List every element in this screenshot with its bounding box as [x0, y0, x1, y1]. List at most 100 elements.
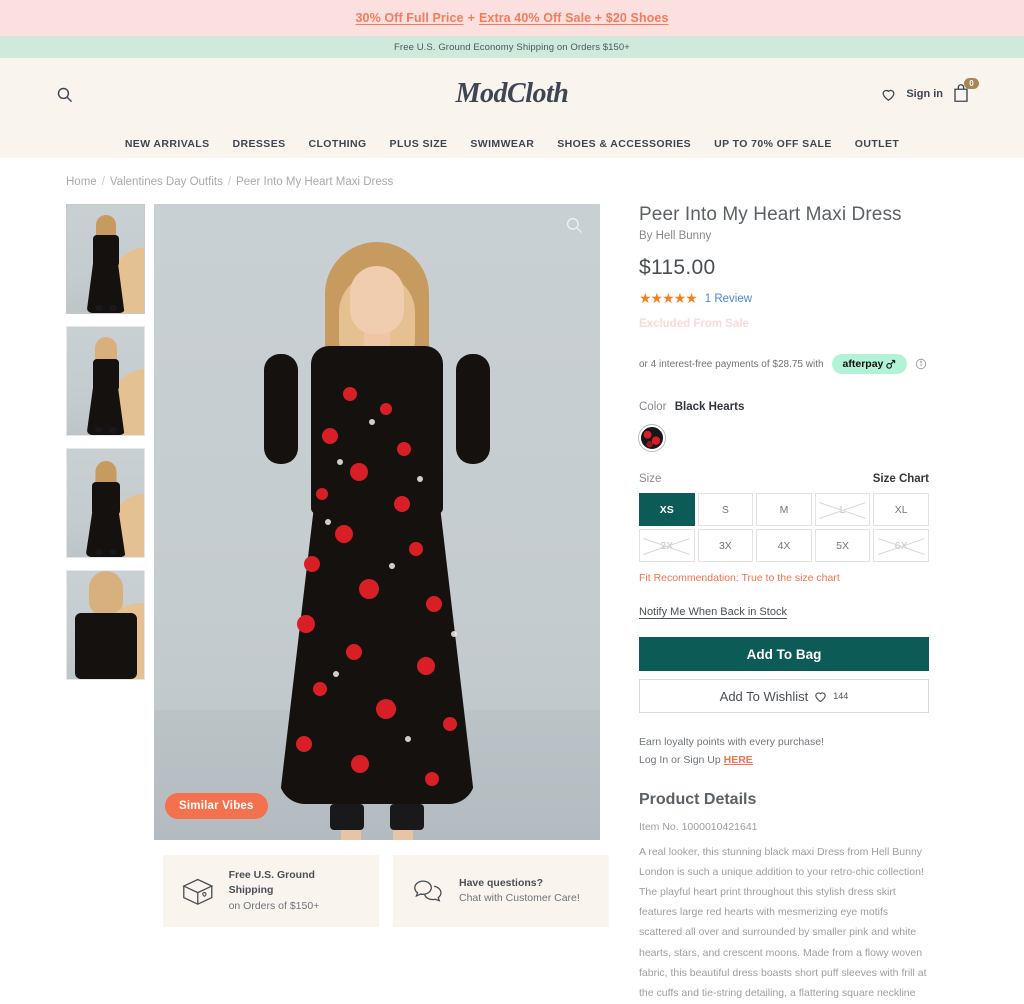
product-title: Peer Into My Heart Maxi Dress [639, 204, 902, 225]
heart-icon[interactable] [880, 86, 897, 103]
shipping-banner: Free U.S. Ground Economy Shipping on Ord… [0, 36, 1024, 58]
site-header: ModCloth Sign in 0 NEW ARRIVALS DRESSES … [0, 58, 1024, 158]
loyalty-line-1: Earn loyalty points with every purchase! [639, 736, 825, 748]
size-option-3x[interactable]: 3X [697, 529, 754, 562]
dress-bodice [311, 346, 443, 514]
loyalty-here-link[interactable]: HERE [724, 754, 753, 766]
product-hero-image[interactable]: Similar Vibes [154, 204, 600, 840]
breadcrumb-separator: / [101, 176, 105, 188]
product-description: A real looker, this stunning black maxi … [639, 845, 927, 999]
size-option-6x[interactable]: 6X [873, 529, 929, 562]
size-option-s[interactable]: S [697, 493, 754, 526]
size-selector: XS S M L XL 2X 3X 4X 5X 6X [639, 493, 929, 562]
bag-count-badge: 0 [964, 78, 979, 89]
breadcrumb-category[interactable]: Valentines Day Outfits [110, 176, 223, 188]
nav-item-clothing[interactable]: CLOTHING [309, 138, 367, 150]
notify-back-in-stock-link[interactable]: Notify Me When Back in Stock [639, 606, 787, 618]
add-to-wishlist-label: Add To Wishlist [719, 688, 809, 704]
similar-vibes-button[interactable]: Similar Vibes [165, 793, 268, 819]
nav-item-dresses[interactable]: DRESSES [233, 138, 286, 150]
info-box-support-sub: Chat with Customer Care! [459, 892, 580, 904]
package-box-icon [182, 878, 214, 905]
fit-recommendation: Fit Recommendation: True to the size cha… [639, 572, 840, 584]
thumbnail-back-bow-detail[interactable] [66, 570, 145, 680]
shopping-bag-button[interactable]: 0 [952, 78, 979, 105]
review-count-link[interactable]: 1 Review [705, 293, 752, 305]
info-box-shipping-sub: on Orders of $150+ [228, 899, 320, 912]
excluded-from-sale-note: Excluded From Sale [639, 318, 749, 330]
star-rating: ★★★★★ [639, 290, 698, 306]
search-icon [57, 87, 72, 102]
thumbnail-front-full[interactable] [66, 204, 145, 314]
product-details-heading: Product Details [639, 790, 757, 808]
nav-item-new-arrivals[interactable]: NEW ARRIVALS [125, 138, 210, 150]
nav-item-swimwear[interactable]: SWIMWEAR [470, 138, 534, 150]
service-info-boxes: Free U.S. Ground Shipping on Orders of $… [163, 855, 609, 927]
size-header: Size Size Chart [639, 473, 929, 485]
main-navigation: NEW ARRIVALS DRESSES CLOTHING PLUS SIZE … [0, 130, 1024, 158]
color-value: Black Hearts [674, 401, 745, 413]
size-option-l[interactable]: L [814, 493, 871, 526]
add-to-wishlist-button[interactable]: Add To Wishlist 144 [639, 679, 929, 713]
site-logo[interactable]: ModCloth [456, 78, 569, 110]
product-main: Similar Vibes Free U.S. Ground Shipping … [0, 188, 1024, 1004]
promo-plus: + [467, 11, 475, 25]
product-detail-panel: Peer Into My Heart Maxi Dress By Hell Bu… [638, 204, 929, 1004]
header-actions: Sign in 0 [880, 78, 979, 105]
loyalty-login-text: Log In or Sign Up [639, 754, 721, 767]
afterpay-badge[interactable]: afterpay [831, 354, 908, 374]
afterpay-logo-icon [886, 359, 896, 369]
magnifier-icon[interactable] [565, 216, 583, 234]
color-swatch-black-hearts[interactable] [638, 424, 666, 452]
nav-item-outlet[interactable]: OUTLET [855, 138, 899, 150]
product-brand: By Hell Bunny [639, 230, 712, 242]
model-face [350, 266, 404, 334]
product-image-area: Similar Vibes Free U.S. Ground Shipping … [154, 204, 609, 1004]
thumbnail-back-full[interactable] [66, 326, 145, 436]
size-option-5x[interactable]: 5X [814, 529, 871, 562]
size-option-4x[interactable]: 4X [756, 529, 812, 562]
breadcrumb: Home / Valentines Day Outfits / Peer Int… [0, 158, 1024, 188]
wishlist-count: 144 [833, 691, 849, 701]
afterpay-label: afterpay [842, 358, 884, 370]
sign-in-link[interactable]: Sign in [906, 88, 943, 100]
info-box-shipping: Free U.S. Ground Shipping on Orders of $… [163, 855, 379, 927]
info-box-support-title: Have questions? [459, 876, 544, 889]
promo-link-full-price[interactable]: 30% Off Full Price [355, 11, 463, 25]
nav-item-sale[interactable]: UP TO 70% OFF SALE [714, 138, 832, 150]
chat-bubbles-icon [414, 880, 442, 902]
nav-item-shoes-accessories[interactable]: SHOES & ACCESSORIES [557, 138, 691, 150]
promo-link-sale-shoes[interactable]: Extra 40% Off Sale + $20 Shoes [479, 11, 669, 25]
model-shoe-left [330, 804, 364, 830]
color-label: Color [639, 401, 667, 413]
item-number: Item No. 1000010421641 [639, 820, 758, 833]
breadcrumb-current: Peer Into My Heart Maxi Dress [236, 176, 394, 188]
model-arm-right [456, 354, 490, 464]
size-chart-link[interactable]: Size Chart [873, 473, 929, 485]
size-label: Size [639, 473, 662, 485]
promo-banner: 30% Off Full Price + Extra 40% Off Sale … [0, 0, 1024, 36]
info-box-shipping-title: Free U.S. Ground Shipping [228, 869, 315, 897]
thumbnail-front-closer[interactable] [66, 448, 145, 558]
color-row: Color Black Hearts [639, 401, 929, 413]
breadcrumb-home[interactable]: Home [66, 176, 97, 188]
header-top-row: ModCloth Sign in 0 [0, 58, 1024, 130]
loyalty-message: Earn loyalty points with every purchase!… [639, 733, 929, 770]
size-option-m[interactable]: M [756, 493, 812, 526]
rating-row: ★★★★★ 1 Review [639, 290, 929, 307]
model-arm-left [264, 354, 298, 464]
loyalty-line-2: Log In or Sign Up HERE [639, 751, 929, 769]
size-option-xl[interactable]: XL [873, 493, 929, 526]
size-option-2x[interactable]: 2X [639, 529, 695, 562]
info-box-support: Have questions? Chat with Customer Care! [393, 855, 609, 927]
product-price: $115.00 [639, 256, 716, 279]
info-icon[interactable] [915, 358, 927, 370]
search-button[interactable] [52, 82, 76, 106]
nav-item-plus-size[interactable]: PLUS SIZE [390, 138, 448, 150]
thumbnail-gallery [66, 204, 145, 1004]
shipping-banner-text: Free U.S. Ground Economy Shipping on Ord… [394, 41, 630, 53]
afterpay-text: or 4 interest-free payments of $28.75 wi… [639, 358, 824, 370]
model-shoe-right [390, 804, 424, 830]
add-to-bag-button[interactable]: Add To Bag [639, 637, 929, 671]
size-option-xs[interactable]: XS [639, 493, 695, 526]
